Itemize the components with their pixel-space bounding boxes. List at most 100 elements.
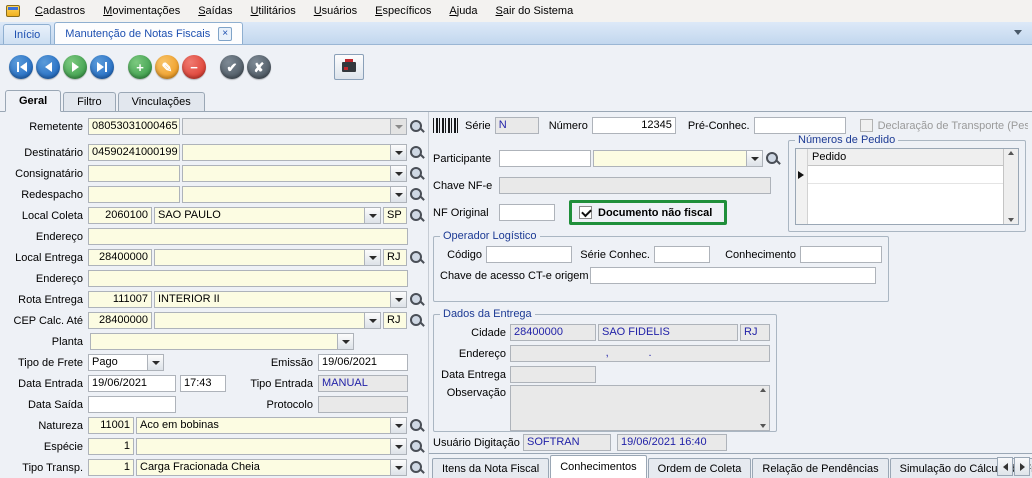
- local-entrega-combo[interactable]: [154, 249, 381, 266]
- local-coleta-combo[interactable]: SAO PAULO: [154, 207, 381, 224]
- tipo-transp-combo-arrow-icon[interactable]: [390, 460, 406, 475]
- destinatario-combo[interactable]: [182, 144, 407, 161]
- menu-saidas[interactable]: Saídas: [189, 2, 241, 20]
- tab-inicio[interactable]: Início: [3, 24, 52, 44]
- pedido-scrollbar[interactable]: [1003, 149, 1018, 224]
- redespacho-code-input[interactable]: [88, 186, 180, 203]
- destinatario-code-input[interactable]: 04590241000199: [88, 144, 180, 161]
- cep-calc-ate-code-input[interactable]: 28400000: [88, 312, 152, 329]
- cep-calc-ate-uf-input[interactable]: RJ: [383, 312, 407, 329]
- especie-search-icon[interactable]: [408, 439, 426, 455]
- especie-code-input[interactable]: 1: [88, 438, 134, 455]
- cep-calc-ate-search-icon[interactable]: [408, 313, 426, 329]
- menu-sair-do-sistema[interactable]: Sair do Sistema: [487, 2, 583, 20]
- pedido-row[interactable]: [808, 166, 1003, 184]
- chave-cte-input[interactable]: [590, 267, 876, 284]
- print-button[interactable]: [334, 54, 364, 80]
- tab-manutencao-notas-fiscais[interactable]: Manutenção de Notas Fiscais ×: [54, 22, 244, 44]
- cancel-button[interactable]: ✘: [247, 55, 271, 79]
- delete-record-button[interactable]: −: [182, 55, 206, 79]
- insert-record-button[interactable]: +: [128, 55, 152, 79]
- tabs-scroll-right-button[interactable]: [1014, 457, 1030, 476]
- participante-combo-arrow-icon[interactable]: [746, 151, 762, 166]
- participante-search-icon[interactable]: [764, 151, 782, 167]
- redespacho-search-icon[interactable]: [408, 187, 426, 203]
- endereco-coleta-input[interactable]: [88, 228, 408, 245]
- scroll-up-icon[interactable]: [1008, 151, 1014, 155]
- rota-entrega-combo-arrow-icon[interactable]: [390, 292, 406, 307]
- especie-combo[interactable]: [136, 438, 407, 455]
- consignatario-code-input[interactable]: [88, 165, 180, 182]
- natureza-combo-arrow-icon[interactable]: [390, 418, 406, 433]
- redespacho-combo-arrow-icon[interactable]: [390, 187, 406, 202]
- remetente-code-input[interactable]: 08053031000465: [88, 118, 180, 135]
- edit-record-button[interactable]: ✎: [155, 55, 179, 79]
- participante-code-input[interactable]: [499, 150, 591, 167]
- menu-utilitarios[interactable]: Utilitários: [241, 2, 304, 20]
- subtab-geral[interactable]: Geral: [5, 90, 62, 112]
- cep-calc-ate-combo-arrow-icon[interactable]: [364, 313, 380, 328]
- endereco-entrega-input[interactable]: [88, 270, 408, 287]
- tab-relacao-de-pendencias[interactable]: Relação de Pendências: [752, 458, 889, 478]
- consignatario-combo-arrow-icon[interactable]: [390, 166, 406, 181]
- local-coleta-search-icon[interactable]: [408, 208, 426, 224]
- close-tab-icon[interactable]: ×: [218, 26, 233, 41]
- nf-original-input[interactable]: [499, 204, 555, 221]
- tab-ordem-de-coleta[interactable]: Ordem de Coleta: [647, 458, 752, 478]
- planta-combo[interactable]: [90, 333, 354, 350]
- pedido-column-header[interactable]: Pedido: [808, 149, 1003, 166]
- destinatario-search-icon[interactable]: [408, 145, 426, 161]
- especie-combo-arrow-icon[interactable]: [390, 439, 406, 454]
- natureza-search-icon[interactable]: [408, 418, 426, 434]
- destinatario-combo-arrow-icon[interactable]: [390, 145, 406, 160]
- pre-conhec-input[interactable]: [753, 117, 846, 134]
- consignatario-search-icon[interactable]: [408, 166, 426, 182]
- consignatario-combo[interactable]: [182, 165, 407, 182]
- obs-scroll-up-icon[interactable]: [759, 388, 766, 392]
- participante-combo[interactable]: [593, 150, 763, 167]
- serie-conhec-input[interactable]: [654, 246, 710, 263]
- confirm-button[interactable]: ✔: [220, 55, 244, 79]
- pedido-grid[interactable]: Pedido: [795, 148, 1019, 225]
- obs-scroll-down-icon[interactable]: [759, 424, 766, 428]
- data-entrada-date-input[interactable]: 19/06/2021: [88, 375, 176, 392]
- tab-list-chevron-icon[interactable]: [1014, 30, 1022, 35]
- natureza-code-input[interactable]: 11001: [88, 417, 134, 434]
- doc-nao-fiscal-checkbox[interactable]: [579, 206, 592, 219]
- menu-especificos[interactable]: Específicos: [366, 2, 440, 20]
- redespacho-combo[interactable]: [182, 186, 407, 203]
- menu-cadastros[interactable]: Cadastros: [26, 2, 94, 20]
- tipo-transp-combo[interactable]: Carga Fracionada Cheia: [136, 459, 407, 476]
- local-entrega-search-icon[interactable]: [408, 250, 426, 266]
- tipo-frete-combo-arrow-icon[interactable]: [147, 355, 163, 370]
- rota-entrega-search-icon[interactable]: [408, 292, 426, 308]
- local-entrega-combo-arrow-icon[interactable]: [364, 250, 380, 265]
- local-coleta-uf-input[interactable]: SP: [383, 207, 407, 224]
- natureza-combo[interactable]: Aco em bobinas: [136, 417, 407, 434]
- menu-movimentacoes[interactable]: Movimentações: [94, 2, 189, 20]
- last-record-button[interactable]: [90, 55, 114, 79]
- tipo-transp-code-input[interactable]: 1: [88, 459, 134, 476]
- tipo-transp-search-icon[interactable]: [408, 460, 426, 476]
- tab-itens-da-nota-fiscal[interactable]: Itens da Nota Fiscal: [432, 458, 550, 478]
- local-coleta-code-input[interactable]: 2060100: [88, 207, 152, 224]
- observacao-scrollbar[interactable]: [756, 386, 769, 430]
- tipo-frete-combo[interactable]: Pago: [88, 354, 164, 371]
- remetente-search-icon[interactable]: [408, 119, 426, 135]
- decl-transporte-checkbox[interactable]: [859, 119, 873, 132]
- codigo-input[interactable]: [486, 246, 572, 263]
- rota-entrega-combo[interactable]: INTERIOR II: [154, 291, 407, 308]
- prior-record-button[interactable]: [36, 55, 60, 79]
- planta-combo-arrow-icon[interactable]: [337, 334, 353, 349]
- next-record-button[interactable]: [63, 55, 87, 79]
- menu-ajuda[interactable]: Ajuda: [440, 2, 486, 20]
- scroll-down-icon[interactable]: [1008, 218, 1014, 222]
- menu-usuarios[interactable]: Usuários: [305, 2, 366, 20]
- subtab-filtro[interactable]: Filtro: [63, 92, 116, 111]
- subtab-vinculacoes[interactable]: Vinculações: [117, 92, 205, 111]
- rota-entrega-code-input[interactable]: 111007: [88, 291, 152, 308]
- tabs-scroll-left-button[interactable]: [997, 457, 1013, 476]
- local-coleta-combo-arrow-icon[interactable]: [364, 208, 380, 223]
- emissao-input[interactable]: 19/06/2021: [318, 354, 408, 371]
- local-entrega-code-input[interactable]: 28400000: [88, 249, 152, 266]
